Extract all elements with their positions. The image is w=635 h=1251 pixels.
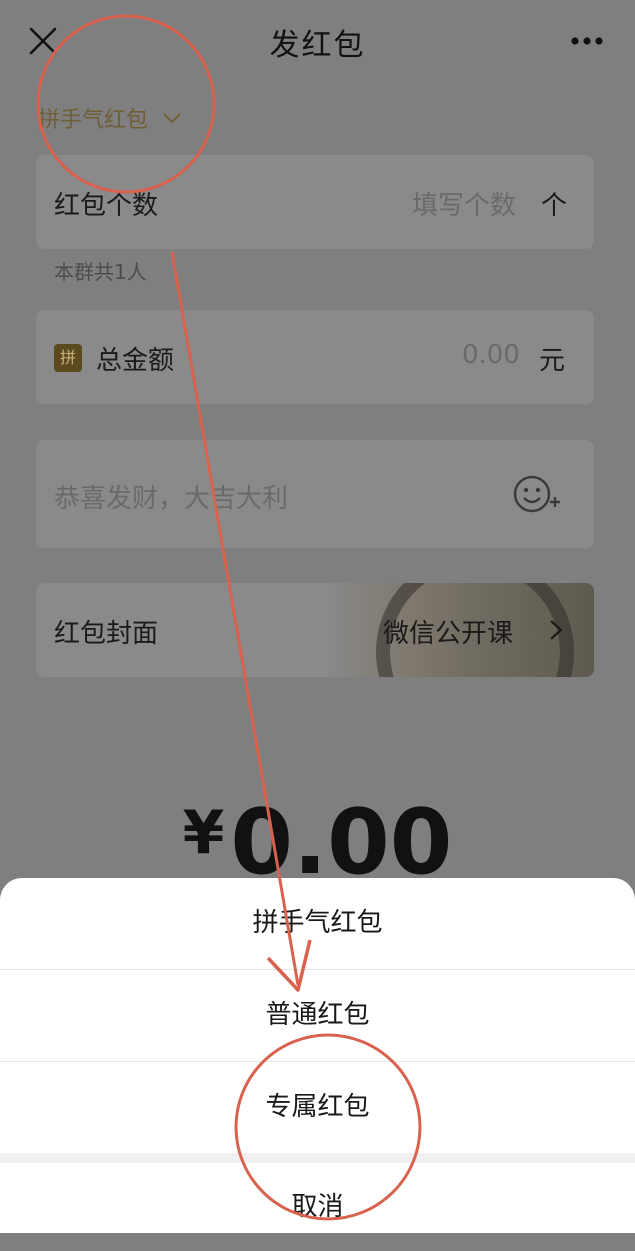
packet-count-unit: 个 bbox=[541, 191, 568, 221]
page-title: 发红包 bbox=[269, 28, 366, 63]
option-normal-packet[interactable]: 普通红包 bbox=[0, 970, 635, 1061]
sheet-separator bbox=[0, 1153, 635, 1163]
lucky-badge-icon: 拼 bbox=[54, 344, 82, 372]
packet-type-selector[interactable]: 拼手气红包 bbox=[38, 102, 182, 134]
total-amount-input[interactable]: 0.00 bbox=[462, 340, 520, 370]
option-exclusive-packet[interactable]: 专属红包 bbox=[0, 1062, 635, 1153]
currency-symbol: ¥ bbox=[182, 798, 225, 868]
more-icon[interactable] bbox=[570, 36, 604, 46]
group-member-hint: 本群共1人 bbox=[54, 260, 147, 284]
total-amount-label: 总金额 bbox=[96, 346, 175, 376]
greeting-message-input[interactable]: 恭喜发财，大吉大利 bbox=[54, 478, 288, 515]
total-amount-unit: 元 bbox=[539, 346, 566, 376]
packet-type-label: 拼手气红包 bbox=[38, 108, 149, 133]
packet-count-input[interactable]: 填写个数 bbox=[412, 185, 516, 222]
greeting-message-field[interactable]: 恭喜发财，大吉大利 bbox=[36, 440, 594, 548]
packet-cover-value: 微信公开课 bbox=[383, 619, 514, 649]
chevron-right-icon bbox=[550, 620, 563, 640]
option-lucky-packet[interactable]: 拼手气红包 bbox=[0, 878, 635, 969]
chevron-down-icon bbox=[163, 113, 181, 124]
packet-cover-label: 红包封面 bbox=[54, 619, 159, 649]
packet-count-field[interactable]: 红包个数 填写个数 个 bbox=[36, 155, 594, 249]
total-amount-field[interactable]: 总金额 0.00 元 bbox=[36, 310, 594, 404]
emoji-add-icon[interactable] bbox=[512, 474, 562, 514]
cancel-button[interactable]: 取消 bbox=[0, 1163, 635, 1233]
packet-count-label: 红包个数 bbox=[54, 191, 159, 221]
packet-cover-field[interactable]: 红包封面 微信公开课 bbox=[36, 583, 594, 677]
